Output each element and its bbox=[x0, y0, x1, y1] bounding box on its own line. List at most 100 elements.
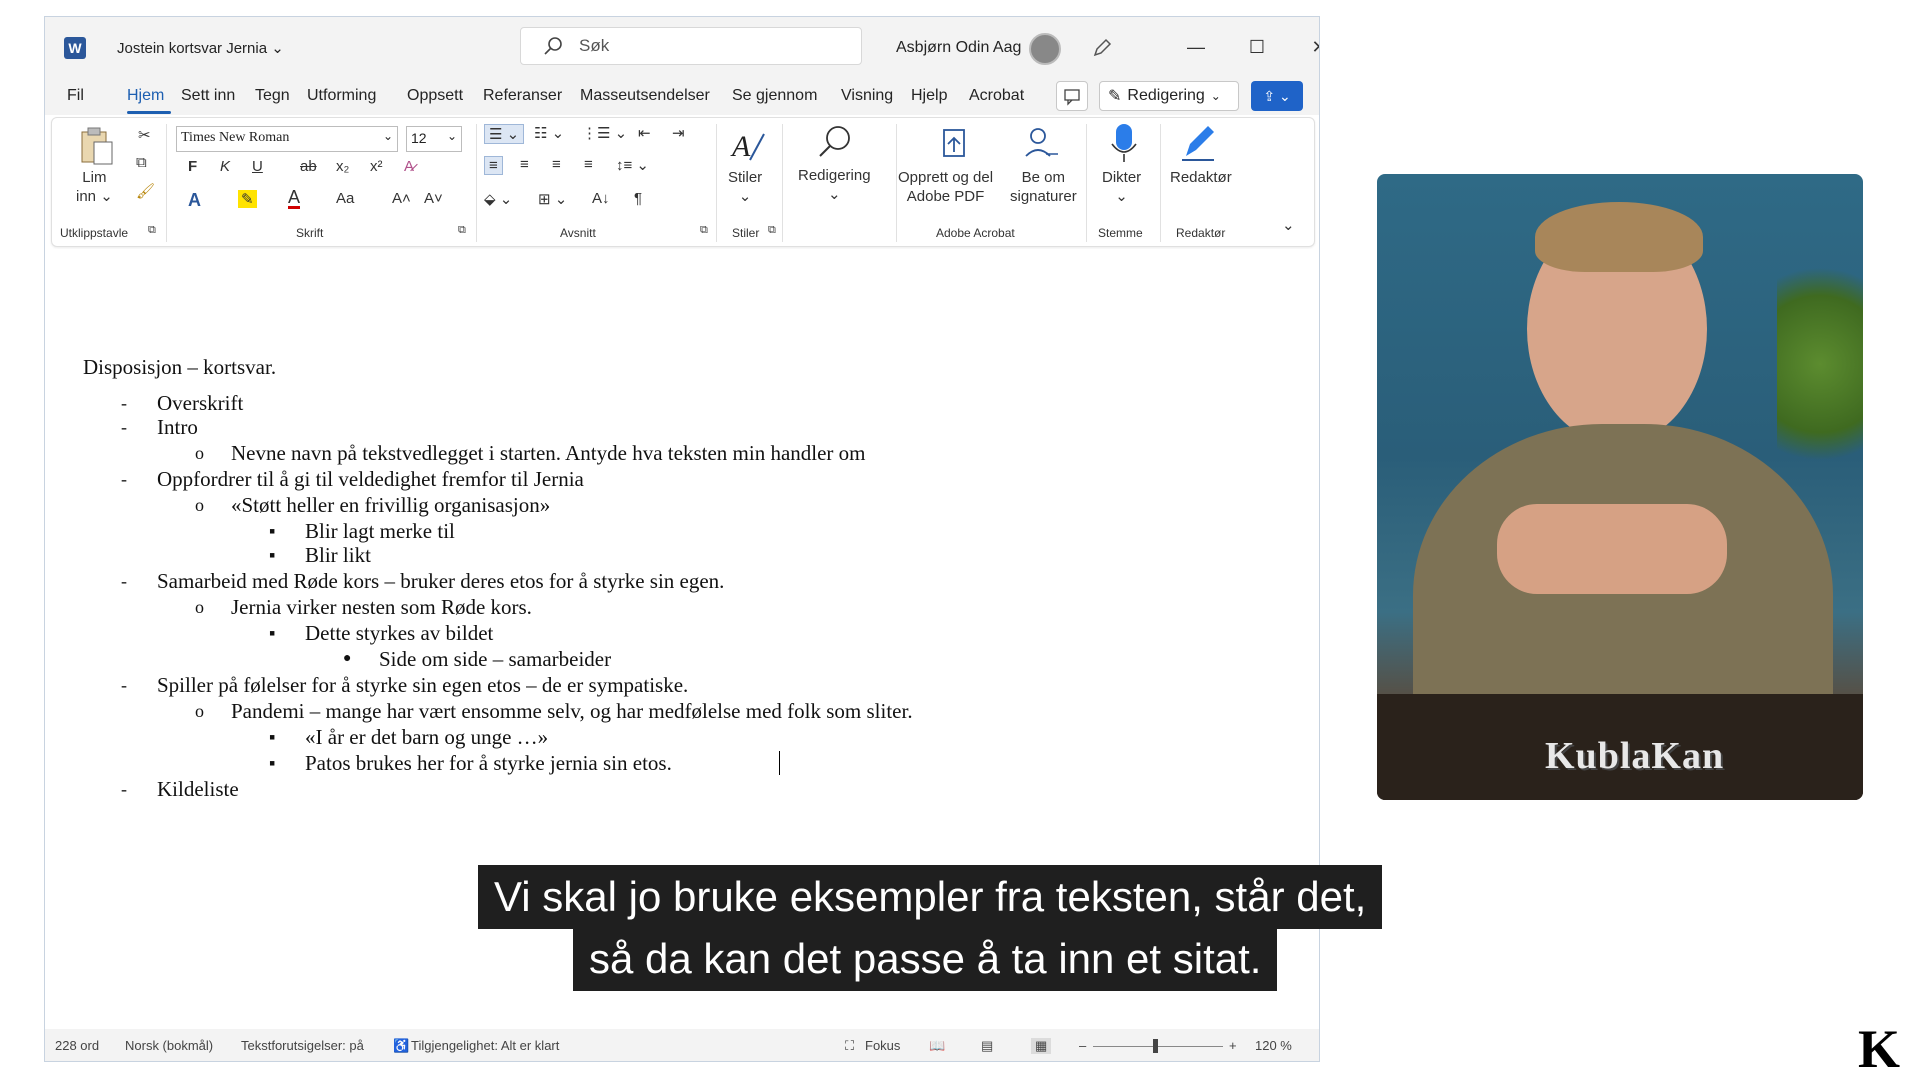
web-layout-icon[interactable]: ▦ bbox=[1031, 1038, 1052, 1054]
grow-font-button[interactable]: A˄ bbox=[392, 190, 411, 207]
menu-bar: Fil Hjem Sett inn Tegn Utforming Oppsett… bbox=[45, 77, 1319, 115]
find-icon[interactable] bbox=[814, 122, 854, 162]
decrease-indent-icon[interactable]: ⇤ bbox=[638, 124, 651, 142]
paste-icon[interactable] bbox=[74, 124, 118, 168]
document-title[interactable]: Jostein kortsvar Jernia ⌄ bbox=[117, 39, 284, 57]
change-case-button[interactable]: Aa bbox=[336, 190, 354, 207]
list-item: Pandemi – mange har vært ensomme selv, o… bbox=[231, 699, 913, 723]
tab-hjem[interactable]: Hjem bbox=[127, 87, 164, 105]
tab-referanser[interactable]: Referanser bbox=[483, 87, 562, 105]
dialog-launcher-icon[interactable]: ⧉ bbox=[458, 224, 466, 237]
dialog-launcher-icon[interactable]: ⧉ bbox=[148, 224, 156, 237]
zoom-in-button[interactable]: + bbox=[1229, 1038, 1237, 1053]
zoom-out-button[interactable]: – bbox=[1079, 1038, 1086, 1053]
font-name-select[interactable]: Times New Roman ⌄ bbox=[176, 126, 398, 152]
request-signatures-button[interactable]: Be om signaturer bbox=[1010, 168, 1077, 206]
underline-button[interactable]: U bbox=[252, 158, 263, 175]
share-button[interactable]: ⇪ ⌄ bbox=[1251, 81, 1303, 111]
tab-fil[interactable]: Fil bbox=[67, 87, 84, 105]
shading-icon[interactable]: ⬙ ⌄ bbox=[484, 190, 512, 208]
clear-formatting-icon[interactable]: A̷ bbox=[404, 158, 414, 175]
accessibility-status[interactable]: Tilgjengelighet: Alt er klart bbox=[411, 1038, 559, 1053]
multilevel-list-icon[interactable]: ⋮☰ ⌄ bbox=[582, 124, 627, 142]
justify-icon[interactable]: ≡ bbox=[584, 156, 593, 173]
increase-indent-icon[interactable]: ⇥ bbox=[672, 124, 685, 142]
print-layout-icon[interactable]: ▤ bbox=[981, 1038, 993, 1054]
align-right-icon[interactable]: ≡ bbox=[552, 156, 561, 173]
group-paragraph-label: Avsnitt bbox=[560, 226, 596, 240]
read-mode-icon[interactable]: 📖 bbox=[929, 1038, 945, 1054]
focus-button[interactable]: Fokus bbox=[865, 1038, 900, 1053]
italic-button[interactable]: K bbox=[220, 158, 230, 175]
pen-icon[interactable] bbox=[1091, 37, 1113, 59]
format-painter-icon[interactable]: 🖌 bbox=[136, 182, 155, 200]
shrink-font-button[interactable]: A˅ bbox=[424, 190, 443, 207]
text-effects-icon[interactable]: A bbox=[188, 190, 201, 211]
tab-masseutsendelser[interactable]: Masseutsendelser bbox=[580, 87, 710, 105]
editing-button[interactable]: Redigering ⌄ bbox=[798, 166, 871, 204]
close-button[interactable]: ✕ bbox=[1299, 31, 1319, 63]
bold-button[interactable]: F bbox=[188, 158, 197, 175]
dictate-button[interactable]: Dikter ⌄ bbox=[1102, 168, 1141, 206]
align-center-icon[interactable]: ≡ bbox=[520, 156, 529, 173]
bullets-button[interactable]: ☰ ⌄ bbox=[484, 124, 525, 144]
subscript-button[interactable]: x₂ bbox=[336, 158, 349, 175]
tab-visning[interactable]: Visning bbox=[841, 87, 893, 105]
microphone-icon[interactable] bbox=[1106, 122, 1142, 166]
group-voice-label: Stemme bbox=[1098, 226, 1143, 240]
minimize-button[interactable]: — bbox=[1176, 31, 1216, 63]
avatar[interactable] bbox=[1029, 33, 1061, 65]
tab-tegn[interactable]: Tegn bbox=[255, 87, 290, 105]
cut-icon[interactable]: ✂ bbox=[138, 126, 151, 144]
text-predictions-status[interactable]: Tekstforutsigelser: på bbox=[241, 1038, 364, 1053]
language-status[interactable]: Norsk (bokmål) bbox=[125, 1038, 213, 1053]
list-marker: - bbox=[121, 779, 127, 799]
strikethrough-button[interactable]: ab bbox=[300, 158, 317, 175]
word-count[interactable]: 228 ord bbox=[55, 1038, 99, 1053]
numbering-icon[interactable]: ☷ ⌄ bbox=[534, 124, 564, 142]
group-adobe-label: Adobe Acrobat bbox=[936, 226, 1015, 240]
list-marker: ▪ bbox=[269, 521, 276, 541]
show-formatting-button[interactable]: ¶ bbox=[634, 190, 642, 207]
list-item: Oppfordrer til å gi til veldedighet frem… bbox=[157, 467, 584, 491]
dialog-launcher-icon[interactable]: ⧉ bbox=[768, 224, 776, 237]
copy-icon[interactable]: ⧉ bbox=[136, 154, 147, 171]
create-pdf-icon[interactable] bbox=[934, 124, 974, 164]
editing-mode-button[interactable]: ✎ Redigering ⌄ bbox=[1099, 81, 1239, 111]
video-watermark: KublaKan bbox=[1545, 735, 1725, 777]
superscript-button[interactable]: x² bbox=[370, 158, 383, 175]
font-size-select[interactable]: 12 ⌄ bbox=[406, 126, 462, 152]
editor-button[interactable]: Redaktør bbox=[1170, 168, 1232, 187]
tab-acrobat[interactable]: Acrobat bbox=[969, 87, 1024, 105]
list-item: «I år er det barn og unge …» bbox=[305, 725, 549, 749]
styles-button[interactable]: Stiler ⌄ bbox=[728, 168, 762, 206]
zoom-slider-thumb[interactable] bbox=[1153, 1039, 1158, 1053]
tab-hjelp[interactable]: Hjelp bbox=[911, 87, 947, 105]
dialog-launcher-icon[interactable]: ⧉ bbox=[700, 224, 708, 237]
comment-button[interactable] bbox=[1056, 81, 1088, 111]
borders-icon[interactable]: ⊞ ⌄ bbox=[538, 190, 567, 208]
align-left-icon[interactable]: ≡ bbox=[484, 156, 503, 175]
line-spacing-icon[interactable]: ↕≡ ⌄ bbox=[616, 156, 649, 174]
create-share-pdf-button[interactable]: Opprett og del Adobe PDF bbox=[898, 168, 993, 206]
search-box[interactable]: Søk bbox=[520, 27, 862, 65]
sort-icon[interactable]: A↓ bbox=[592, 190, 610, 207]
zoom-slider[interactable] bbox=[1093, 1046, 1223, 1047]
document-heading: Disposisjon – kortsvar. bbox=[83, 355, 277, 379]
chevron-down-icon[interactable]: ⌄ bbox=[1282, 216, 1295, 234]
highlight-icon[interactable]: ✎ bbox=[238, 190, 257, 208]
group-font-label: Skrift bbox=[296, 226, 324, 240]
tab-oppsett[interactable]: Oppsett bbox=[407, 87, 463, 105]
word-logo-icon: W bbox=[64, 37, 86, 59]
user-name[interactable]: Asbjørn Odin Aag bbox=[896, 39, 1021, 57]
zoom-level[interactable]: 120 % bbox=[1255, 1038, 1292, 1053]
maximize-button[interactable]: ☐ bbox=[1237, 31, 1277, 63]
signature-icon[interactable] bbox=[1022, 124, 1062, 164]
editor-icon[interactable] bbox=[1176, 122, 1220, 166]
tab-sett-inn[interactable]: Sett inn bbox=[181, 87, 235, 105]
paste-label[interactable]: Lim inn ⌄ bbox=[76, 168, 113, 206]
styles-icon[interactable]: A bbox=[728, 126, 768, 166]
tab-se-gjennom[interactable]: Se gjennom bbox=[732, 87, 817, 105]
font-color-icon[interactable]: A bbox=[288, 188, 301, 209]
tab-utforming[interactable]: Utforming bbox=[307, 87, 376, 105]
